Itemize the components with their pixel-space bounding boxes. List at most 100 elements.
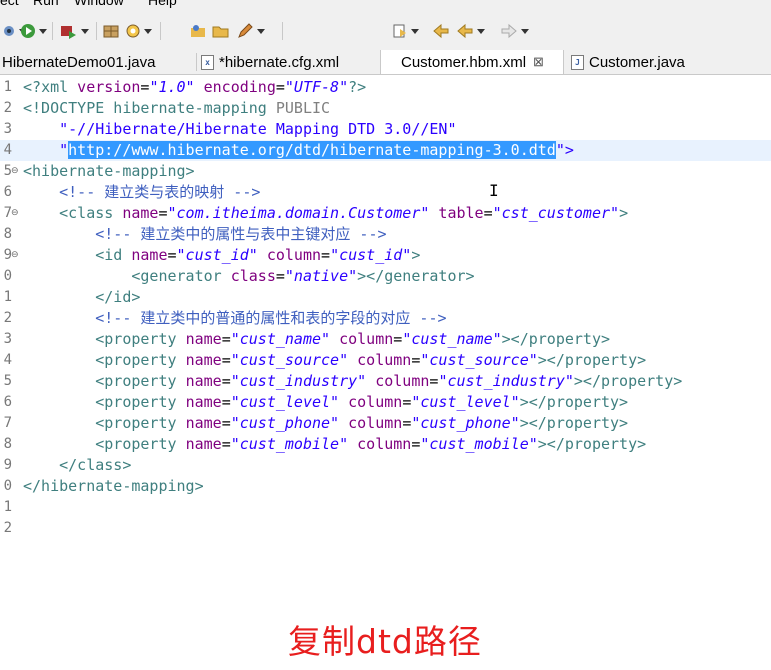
chevron-down-icon[interactable]	[144, 28, 152, 34]
fold-collapse-icon[interactable]: ⊖	[11, 203, 19, 224]
code-line[interactable]	[0, 518, 771, 539]
menu-help[interactable]: Help	[148, 0, 177, 8]
run-icon	[21, 24, 35, 38]
tab-label: *hibernate.cfg.xml	[219, 53, 340, 71]
line-number: 1	[3, 79, 12, 95]
code-line[interactable]: <hibernate-mapping>	[0, 161, 771, 182]
line-number-gutter: 1 2 3 4 5 ⊖ 6 7 ⊖ 8 9 ⊖ 0 1 2 3 4 5 6 7 …	[0, 75, 22, 670]
line-number: 2	[3, 310, 12, 326]
line-number: 8	[3, 226, 12, 242]
code-line[interactable]: <property name="cust_name" column="cust_…	[0, 329, 771, 350]
pen-button[interactable]	[236, 21, 265, 41]
code-line[interactable]: </id>	[0, 287, 771, 308]
tab-customer-hbm-xml[interactable]: Customer.hbm.xml ⊠	[380, 50, 564, 74]
chevron-down-icon[interactable]	[521, 28, 529, 34]
line-number: 0	[3, 268, 12, 284]
forward-icon	[501, 23, 517, 39]
external-tools-button[interactable]	[60, 21, 89, 41]
code-line[interactable]: <property name="cust_source" column="cus…	[0, 350, 771, 371]
last-edit-button[interactable]	[432, 21, 450, 41]
debug-icon	[4, 26, 14, 36]
open-type-icon	[191, 25, 205, 37]
line-number: 3	[3, 331, 12, 347]
code-line-current[interactable]: "http://www.hibernate.org/dtd/hibernate-…	[0, 140, 771, 161]
next-annotation-button[interactable]	[392, 21, 419, 41]
code-line[interactable]: <?xml version="1.0" encoding="UTF-8"?>	[0, 77, 771, 98]
code-line[interactable]: <property name="cust_level" column="cust…	[0, 392, 771, 413]
code-line[interactable]: <property name="cust_mobile" column="cus…	[0, 434, 771, 455]
open-folder-button[interactable]	[212, 21, 230, 41]
line-number: 7	[3, 415, 12, 431]
back-button[interactable]	[456, 21, 485, 41]
next-annotation-icon	[393, 24, 406, 38]
build-icon	[103, 25, 119, 38]
toolbar-separator	[282, 22, 283, 40]
code-line[interactable]	[0, 497, 771, 518]
chevron-down-icon[interactable]	[477, 28, 485, 34]
text-cursor-icon: I	[489, 181, 499, 200]
line-number: 5	[3, 373, 12, 389]
code-editor[interactable]: <?xml version="1.0" encoding="UTF-8"?> <…	[0, 75, 771, 670]
code-line[interactable]: <id name="cust_id" column="cust_id">	[0, 245, 771, 266]
code-line[interactable]: </hibernate-mapping>	[0, 476, 771, 497]
tab-label: Customer.hbm.xml	[401, 53, 527, 71]
selected-dtd-url[interactable]: http://www.hibernate.org/dtd/hibernate-m…	[68, 141, 556, 159]
annotation-caption: 复制dtd路径	[288, 622, 482, 661]
tab-hibernatedemo01-java[interactable]: HibernateDemo01.java	[0, 50, 196, 74]
chevron-down-icon[interactable]	[39, 28, 47, 34]
external-tools-icon	[61, 26, 76, 39]
code-line[interactable]: <generator class="native"></generator>	[0, 266, 771, 287]
code-line[interactable]: <class name="com.itheima.domain.Customer…	[0, 203, 771, 224]
line-number: 1	[3, 499, 12, 515]
code-line[interactable]: <!DOCTYPE hibernate-mapping PUBLIC	[0, 98, 771, 119]
line-number: 4	[3, 352, 12, 368]
forward-button[interactable]	[500, 21, 529, 41]
code-line[interactable]: </class>	[0, 455, 771, 476]
code-line[interactable]: <property name="cust_phone" column="cust…	[0, 413, 771, 434]
pen-icon	[238, 23, 253, 38]
tab-separator	[196, 53, 197, 71]
tab-label: HibernateDemo01.java	[2, 53, 156, 71]
line-number: 6	[3, 394, 12, 410]
code-line[interactable]: <!-- 建立类中的属性与表中主键对应 -->	[0, 224, 771, 245]
last-edit-icon	[433, 23, 449, 39]
line-number: 3	[3, 121, 12, 137]
chevron-down-icon[interactable]	[411, 28, 419, 34]
code-line[interactable]: <!-- 建立类中的普通的属性和表的字段的对应 -->	[0, 308, 771, 329]
line-number: 2	[3, 100, 12, 116]
refresh-button[interactable]	[125, 21, 152, 41]
chevron-down-icon[interactable]	[257, 28, 265, 34]
code-line[interactable]: <!-- 建立类与表的映射 -->	[0, 182, 771, 203]
toolbar-separator	[96, 22, 97, 40]
line-number: 8	[3, 436, 12, 452]
toolbar	[0, 12, 771, 50]
close-icon[interactable]: ⊠	[533, 54, 544, 70]
tab-customer-java[interactable]: J Customer.java	[566, 50, 706, 74]
chevron-down-icon[interactable]	[81, 28, 89, 34]
line-number: 4	[3, 142, 12, 158]
menu-project[interactable]: ect	[0, 0, 19, 8]
line-number: 2	[3, 520, 12, 536]
refresh-icon	[126, 24, 140, 38]
editor-tab-bar: HibernateDemo01.java x *hibernate.cfg.xm…	[0, 50, 771, 75]
back-icon	[457, 23, 473, 39]
run-button[interactable]	[20, 21, 47, 41]
line-number: 9	[3, 457, 12, 473]
open-type-button[interactable]	[190, 21, 208, 41]
line-number: 6	[3, 184, 12, 200]
build-button[interactable]	[103, 21, 119, 41]
menu-run[interactable]: Run	[33, 0, 59, 8]
open-folder-icon	[212, 26, 229, 38]
code-line[interactable]: "-//Hibernate/Hibernate Mapping DTD 3.0/…	[0, 119, 771, 140]
menu-window[interactable]: Window	[74, 0, 124, 8]
fold-collapse-icon[interactable]: ⊖	[11, 245, 19, 266]
line-number: 0	[3, 478, 12, 494]
code-line[interactable]: <property name="cust_industry" column="c…	[0, 371, 771, 392]
tab-hibernate-cfg-xml[interactable]: x *hibernate.cfg.xml	[198, 50, 378, 74]
fold-collapse-icon[interactable]: ⊖	[11, 161, 19, 182]
menu-bar: ect Run Window Help	[0, 0, 771, 12]
java-file-icon: J	[571, 54, 584, 70]
toolbar-separator	[52, 22, 53, 40]
xml-file-icon: x	[201, 54, 214, 70]
tab-label: Customer.java	[589, 53, 685, 71]
